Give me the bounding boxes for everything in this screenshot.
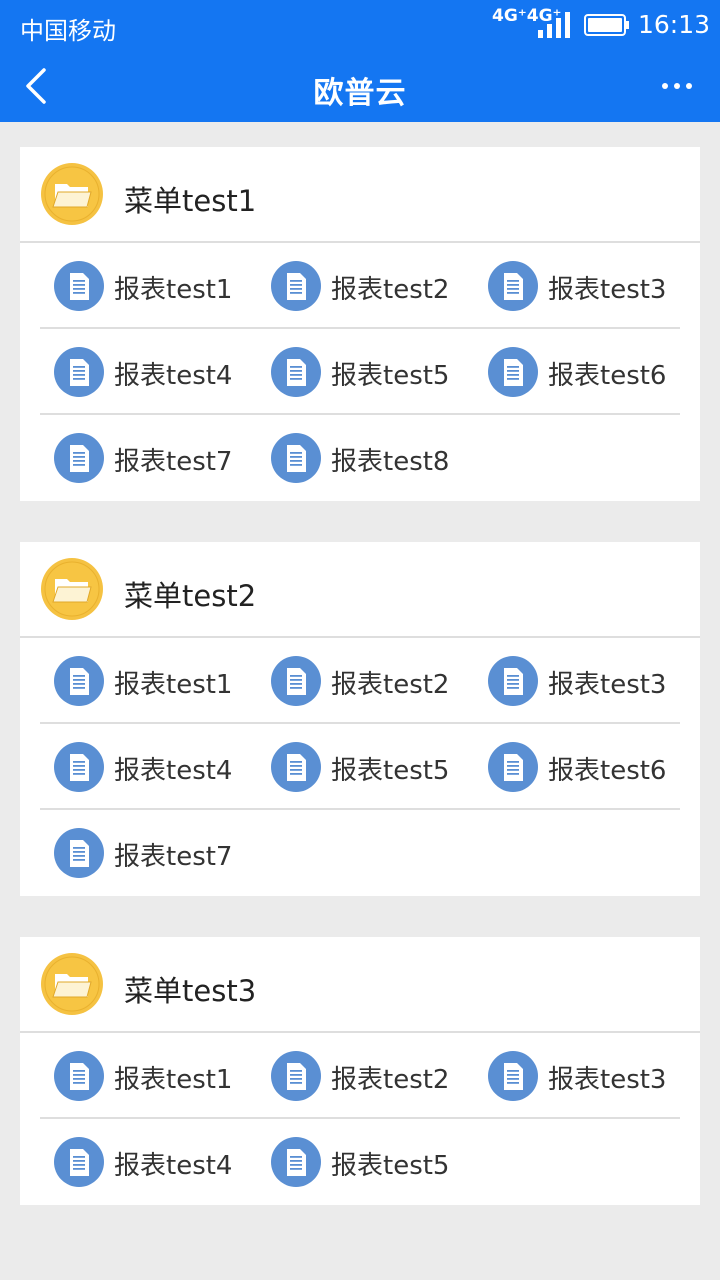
report-doc-icon <box>271 1051 321 1101</box>
report-label: 报表test1 <box>114 670 233 700</box>
report-row: 报表test7 <box>40 810 680 896</box>
page-title: 欧普云 <box>313 76 407 111</box>
report-label: 报表test5 <box>331 1151 450 1181</box>
report-label: 报表test1 <box>114 1065 233 1095</box>
clock: 16:13 <box>638 10 711 39</box>
report-item[interactable]: 报表test1 <box>54 243 264 329</box>
report-item[interactable]: 报表test5 <box>271 1119 481 1205</box>
report-doc-icon <box>271 656 321 706</box>
report-doc-icon <box>271 347 321 397</box>
report-label: 报表test5 <box>331 361 450 391</box>
report-grid: 报表test1 报表test2 报表test3 报表test4 报表test5 报表tes… <box>20 638 700 896</box>
report-grid: 报表test1 报表test2 报表test3 报表test4 报表test5 <box>20 1033 700 1205</box>
report-label: 报表test3 <box>548 670 667 700</box>
report-label: 报表test1 <box>114 275 233 305</box>
report-row: 报表test1 报表test2 报表test3 <box>40 1033 680 1119</box>
report-doc-icon <box>271 433 321 483</box>
report-item[interactable]: 报表test8 <box>271 415 481 501</box>
report-label: 报表test7 <box>114 447 233 477</box>
report-doc-icon <box>54 1051 104 1101</box>
report-item[interactable]: 报表test1 <box>54 1033 264 1119</box>
folder-icon <box>41 558 103 620</box>
status-bar: 中国移动 4G⁺4G⁺ 16:13 <box>0 0 720 50</box>
report-row: 报表test4 报表test5 <box>40 1119 680 1205</box>
report-item[interactable]: 报表test4 <box>54 329 264 415</box>
more-dots-icon[interactable] <box>654 68 700 104</box>
report-doc-icon <box>488 656 538 706</box>
battery-icon <box>584 14 629 36</box>
report-label: 报表test7 <box>114 842 233 872</box>
report-doc-icon <box>271 1137 321 1187</box>
report-label: 报表test6 <box>548 756 667 786</box>
report-item[interactable]: 报表test6 <box>488 724 698 810</box>
menu-card: 菜单test2 报表test1 报表test2 报表test3 报表test4 报表tes… <box>20 542 700 896</box>
report-doc-icon <box>54 433 104 483</box>
report-label: 报表test4 <box>114 361 233 391</box>
report-row: 报表test7 报表test8 <box>40 415 680 501</box>
menu-header[interactable]: 菜单test3 <box>20 937 700 1033</box>
report-row: 报表test1 报表test2 报表test3 <box>40 638 680 724</box>
report-row: 报表test1 报表test2 报表test3 <box>40 243 680 329</box>
report-item[interactable]: 报表test3 <box>488 243 698 329</box>
report-item[interactable]: 报表test5 <box>271 329 481 415</box>
report-label: 报表test8 <box>331 447 450 477</box>
report-doc-icon <box>488 261 538 311</box>
report-item[interactable]: 报表test6 <box>488 329 698 415</box>
report-label: 报表test5 <box>331 756 450 786</box>
report-row: 报表test4 报表test5 报表test6 <box>40 724 680 810</box>
folder-icon <box>41 163 103 225</box>
report-item[interactable]: 报表test5 <box>271 724 481 810</box>
report-label: 报表test2 <box>331 275 450 305</box>
report-item[interactable]: 报表test7 <box>54 415 264 501</box>
menu-title: 菜单test2 <box>124 579 257 613</box>
report-doc-icon <box>54 742 104 792</box>
report-item[interactable]: 报表test1 <box>54 638 264 724</box>
menu-title: 菜单test1 <box>124 184 257 218</box>
report-item[interactable]: 报表test4 <box>54 724 264 810</box>
report-item[interactable]: 报表test2 <box>271 243 481 329</box>
report-label: 报表test3 <box>548 1065 667 1095</box>
menu-title: 菜单test3 <box>124 974 257 1008</box>
report-label: 报表test6 <box>548 361 667 391</box>
report-row: 报表test4 报表test5 报表test6 <box>40 329 680 415</box>
report-item[interactable]: 报表test2 <box>271 638 481 724</box>
report-item[interactable]: 报表test3 <box>488 1033 698 1119</box>
report-item[interactable]: 报表test4 <box>54 1119 264 1205</box>
report-doc-icon <box>488 347 538 397</box>
report-doc-icon <box>54 1137 104 1187</box>
report-doc-icon <box>54 828 104 878</box>
report-label: 报表test4 <box>114 756 233 786</box>
menu-header[interactable]: 菜单test2 <box>20 542 700 638</box>
report-doc-icon <box>488 742 538 792</box>
menu-card: 菜单test3 报表test1 报表test2 报表test3 报表test4 报表tes… <box>20 937 700 1205</box>
report-label: 报表test4 <box>114 1151 233 1181</box>
signal-icon <box>538 12 570 38</box>
report-doc-icon <box>488 1051 538 1101</box>
report-doc-icon <box>54 347 104 397</box>
report-label: 报表test3 <box>548 275 667 305</box>
report-item[interactable]: 报表test3 <box>488 638 698 724</box>
report-doc-icon <box>54 656 104 706</box>
report-label: 报表test2 <box>331 670 450 700</box>
report-doc-icon <box>271 742 321 792</box>
report-doc-icon <box>54 261 104 311</box>
report-item[interactable]: 报表test2 <box>271 1033 481 1119</box>
report-grid: 报表test1 报表test2 报表test3 报表test4 报表test5 报表tes… <box>20 243 700 501</box>
menu-card: 菜单test1 报表test1 报表test2 报表test3 报表test4 报表tes… <box>20 147 700 501</box>
menu-header[interactable]: 菜单test1 <box>20 147 700 243</box>
report-label: 报表test2 <box>331 1065 450 1095</box>
nav-bar: 欧普云 <box>0 50 720 122</box>
report-item[interactable]: 报表test7 <box>54 810 264 896</box>
folder-icon <box>41 953 103 1015</box>
carrier-name: 中国移动 <box>20 17 116 45</box>
report-doc-icon <box>271 261 321 311</box>
